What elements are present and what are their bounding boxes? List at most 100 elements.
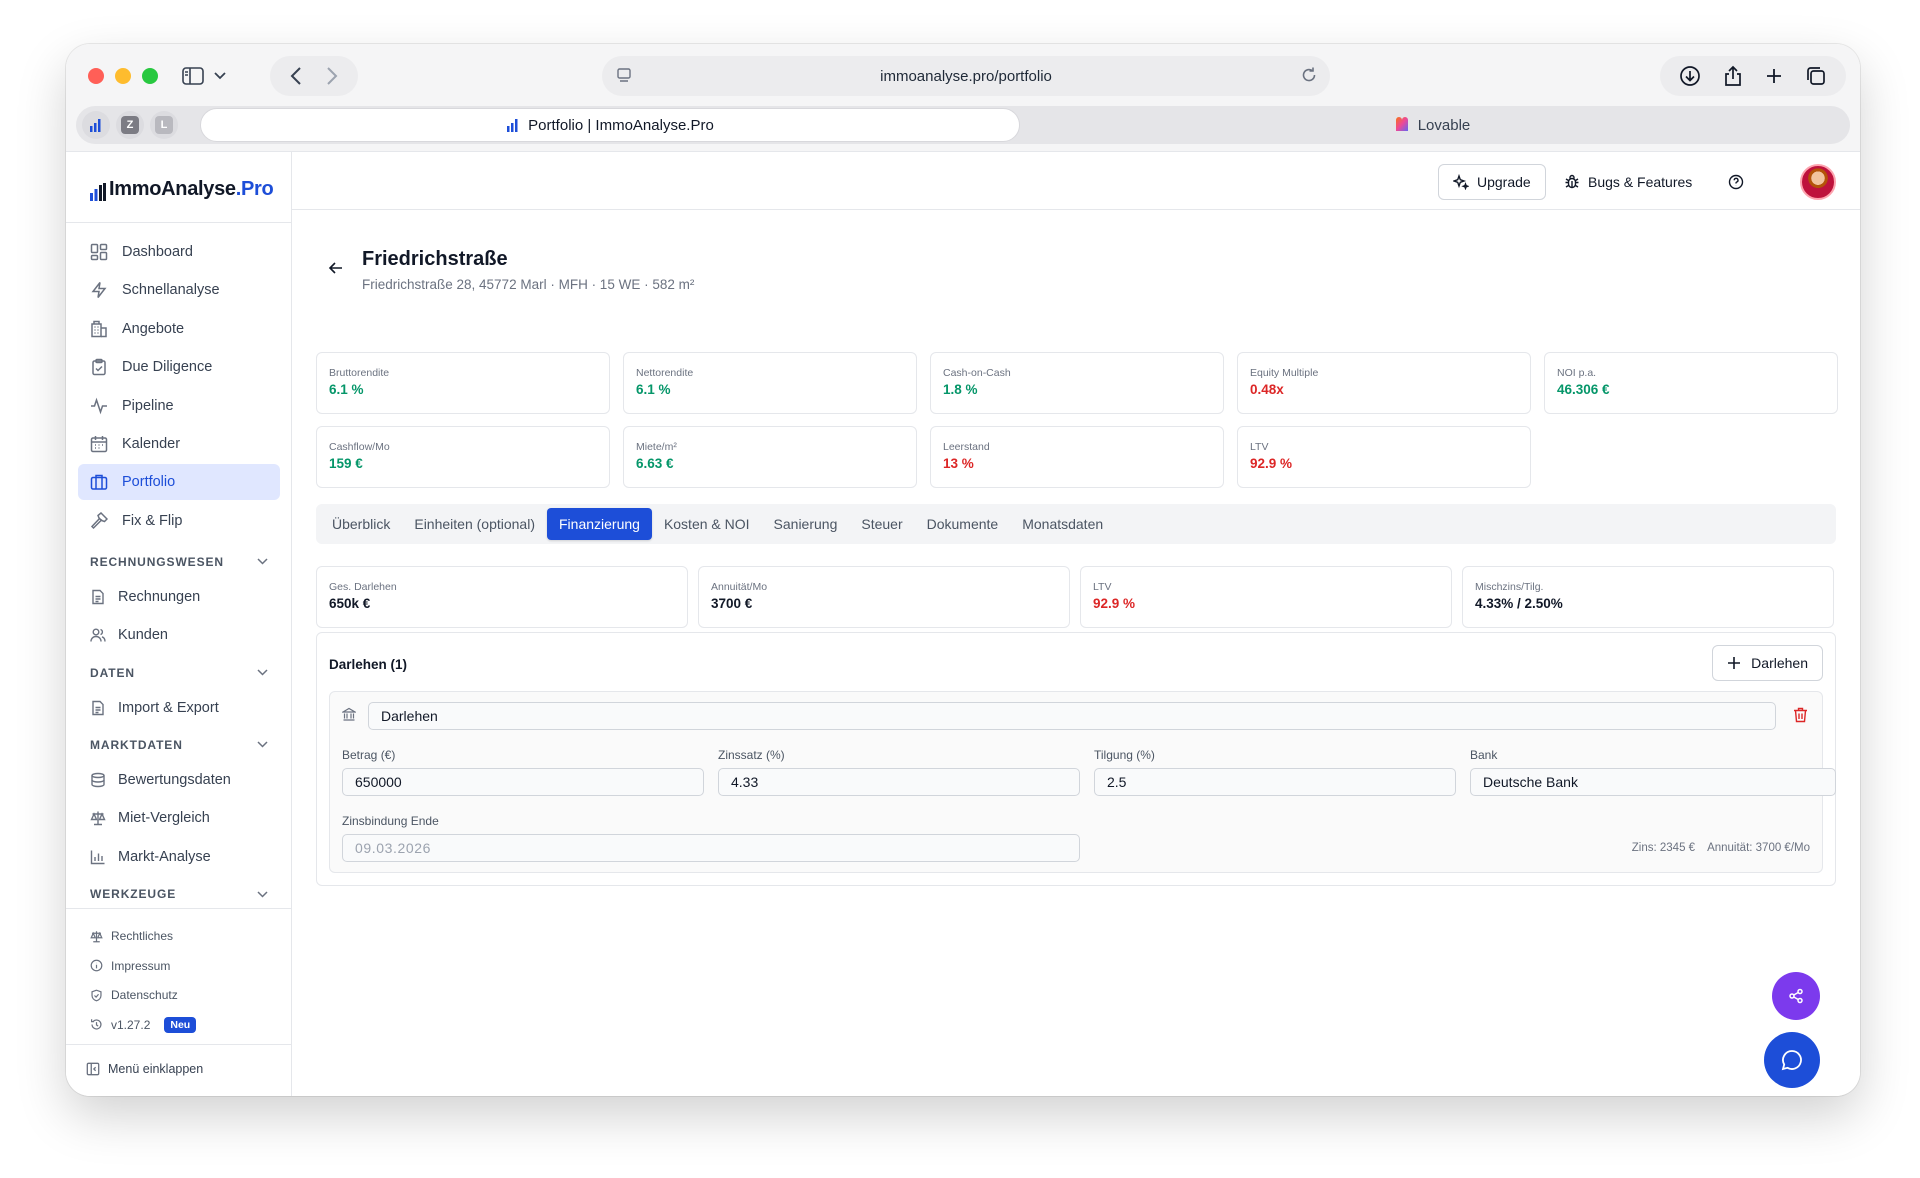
zinsbindung-date-input[interactable]: 09.03.2026 — [342, 834, 1080, 862]
kpi-value: 13 % — [943, 456, 974, 471]
section-header-daten[interactable]: DATEN — [78, 656, 280, 690]
logo-bars-icon — [90, 183, 106, 201]
kpi-label: Bruttorendite — [329, 367, 390, 379]
footer-link-rechtliches[interactable]: Rechtliches — [90, 922, 196, 950]
add-loan-button[interactable]: Darlehen — [1712, 645, 1823, 681]
tab-overview-icon[interactable] — [1805, 65, 1827, 87]
user-avatar[interactable] — [1800, 164, 1836, 200]
zinssatz-input[interactable]: 4.33 — [718, 768, 1080, 796]
app-topbar: Upgrade Bugs & Features — [292, 152, 1860, 210]
section-header-rechnungswesen[interactable]: RECHNUNGSWESEN — [78, 545, 280, 579]
section-header-marktdaten[interactable]: MARKTDATEN — [78, 728, 280, 762]
sidebar-item-bewertungsdaten[interactable]: Bewertungsdaten — [78, 762, 280, 798]
chevron-down-icon — [214, 72, 226, 80]
database-icon — [91, 772, 105, 788]
tab-steuer[interactable]: Steuer — [849, 508, 914, 540]
forward-arrow-icon[interactable] — [326, 67, 338, 85]
pinned-tab-z[interactable]: Z — [116, 111, 144, 139]
kpi-card: NOI p.a. 46.306 € — [1544, 352, 1838, 414]
browser-tab-lovable[interactable]: Lovable — [1022, 108, 1842, 142]
sidebar-divider — [66, 222, 292, 223]
download-icon[interactable] — [1679, 65, 1701, 87]
tab-monatsdaten[interactable]: Monatsdaten — [1010, 508, 1115, 540]
bugs-features-label: Bugs & Features — [1588, 174, 1693, 190]
help-button[interactable] — [1718, 164, 1754, 200]
collapse-menu-button[interactable]: Menü einklappen — [86, 1062, 203, 1076]
page-subtitle: Friedrichstraße 28, 45772 Marl · MFH · 1… — [362, 277, 695, 292]
property-tabs: Überblick Einheiten (optional) Finanzier… — [316, 504, 1836, 544]
browser-tab-portfolio[interactable]: Portfolio | ImmoAnalyse.Pro — [200, 108, 1020, 142]
bar-chart-icon — [90, 119, 101, 132]
pinned-favorites: Z L — [82, 111, 178, 139]
tab-sanierung[interactable]: Sanierung — [762, 508, 850, 540]
maximize-window-button[interactable] — [142, 68, 158, 84]
minimize-window-button[interactable] — [115, 68, 131, 84]
section-header-werkzeuge[interactable]: WERKZEUGE — [78, 877, 280, 911]
sidebar-item-miet-vergleich[interactable]: Miet-Vergleich — [78, 800, 280, 836]
browser-chrome: immoanalyse.pro/portfolio Z L Portfolio … — [66, 44, 1860, 152]
back-arrow-icon[interactable] — [328, 260, 344, 276]
sidebar-divider — [66, 908, 292, 909]
sidebar-item-schnellanalyse[interactable]: Schnellanalyse — [78, 272, 280, 308]
chat-bubble-icon — [1781, 1050, 1802, 1071]
address-bar[interactable]: immoanalyse.pro/portfolio — [602, 56, 1330, 96]
sidebar-item-markt-analyse[interactable]: Markt-Analyse — [78, 839, 280, 875]
tab-kosten-noi[interactable]: Kosten & NOI — [652, 508, 762, 540]
betrag-input[interactable]: 650000 — [342, 768, 704, 796]
sidebar-item-dashboard[interactable]: Dashboard — [78, 234, 280, 270]
sidebar-toggle-button[interactable] — [178, 60, 230, 92]
sidebar-item-kunden[interactable]: Kunden — [78, 617, 280, 653]
history-navigation — [270, 56, 358, 96]
kpi-value: 0.48x — [1250, 382, 1284, 397]
back-arrow-icon[interactable] — [290, 67, 302, 85]
bank-input[interactable]: Deutsche Bank — [1470, 768, 1836, 796]
betrag-label: Betrag (€) — [342, 748, 396, 762]
section-title: RECHNUNGSWESEN — [90, 554, 224, 569]
tab-finanzierung[interactable]: Finanzierung — [547, 508, 652, 540]
sidebar-item-rechnungen[interactable]: Rechnungen — [78, 579, 280, 615]
summary-value: 650k € — [329, 596, 371, 611]
bugs-features-button[interactable]: Bugs & Features — [1554, 164, 1702, 200]
scale-icon — [90, 811, 106, 826]
bug-icon — [1565, 174, 1579, 189]
loan-calculation-hint: Zins: 2345 € Annuität: 3700 €/Mo — [1632, 842, 1810, 854]
kpi-label: Cashflow/Mo — [329, 441, 390, 453]
pinned-tab-l[interactable]: L — [150, 111, 178, 139]
sidebar-item-pipeline[interactable]: Pipeline — [78, 388, 280, 424]
sidebar-item-fix-flip[interactable]: Fix & Flip — [78, 503, 280, 539]
upgrade-button[interactable]: Upgrade — [1438, 164, 1546, 200]
browser-tab-title: Lovable — [1417, 116, 1471, 134]
tab-ueberblick[interactable]: Überblick — [320, 508, 402, 540]
sidebar-item-due-diligence[interactable]: Due Diligence — [78, 349, 280, 385]
page-settings-icon[interactable] — [616, 67, 632, 83]
sidebar-item-angebote[interactable]: Angebote — [78, 311, 280, 347]
tab-einheiten[interactable]: Einheiten (optional) — [402, 508, 547, 540]
share-icon[interactable] — [1723, 65, 1743, 87]
reload-icon[interactable] — [1300, 66, 1318, 84]
tilgung-input[interactable]: 2.5 — [1094, 768, 1456, 796]
loan-name-input[interactable]: Darlehen — [368, 702, 1776, 730]
close-window-button[interactable] — [88, 68, 104, 84]
sidebar-item-kalender[interactable]: Kalender — [78, 426, 280, 462]
footer-link-impressum[interactable]: Impressum — [90, 952, 196, 980]
sidebar-item-label: Due Diligence — [122, 359, 213, 376]
chat-fab-button[interactable] — [1764, 1032, 1820, 1088]
sidebar-item-label: Kunden — [118, 627, 168, 644]
chevron-down-icon — [257, 741, 268, 748]
sidebar-item-label: Portfolio — [122, 474, 176, 491]
new-tab-icon[interactable] — [1765, 67, 1783, 85]
app-logo[interactable]: ImmoAnalyse.Pro — [90, 178, 274, 201]
window-controls — [88, 68, 158, 84]
upgrade-label: Upgrade — [1477, 174, 1531, 190]
pinned-tab-immoanalyse[interactable] — [82, 111, 110, 139]
sidebar-item-import-export[interactable]: Import & Export — [78, 690, 280, 726]
tab-dokumente[interactable]: Dokumente — [915, 508, 1011, 540]
version-info[interactable]: v1.27.2 Neu — [90, 1011, 197, 1039]
trash-icon[interactable] — [1793, 707, 1808, 723]
footer-link-datenschutz[interactable]: Datenschutz — [90, 981, 196, 1009]
sidebar-item-portfolio[interactable]: Portfolio — [78, 464, 280, 501]
kpi-label: Nettorendite — [636, 367, 694, 379]
briefcase-icon — [90, 475, 108, 491]
share-fab-button[interactable] — [1772, 972, 1820, 1020]
kpi-card: Miete/m² 6.63 € — [623, 426, 917, 488]
